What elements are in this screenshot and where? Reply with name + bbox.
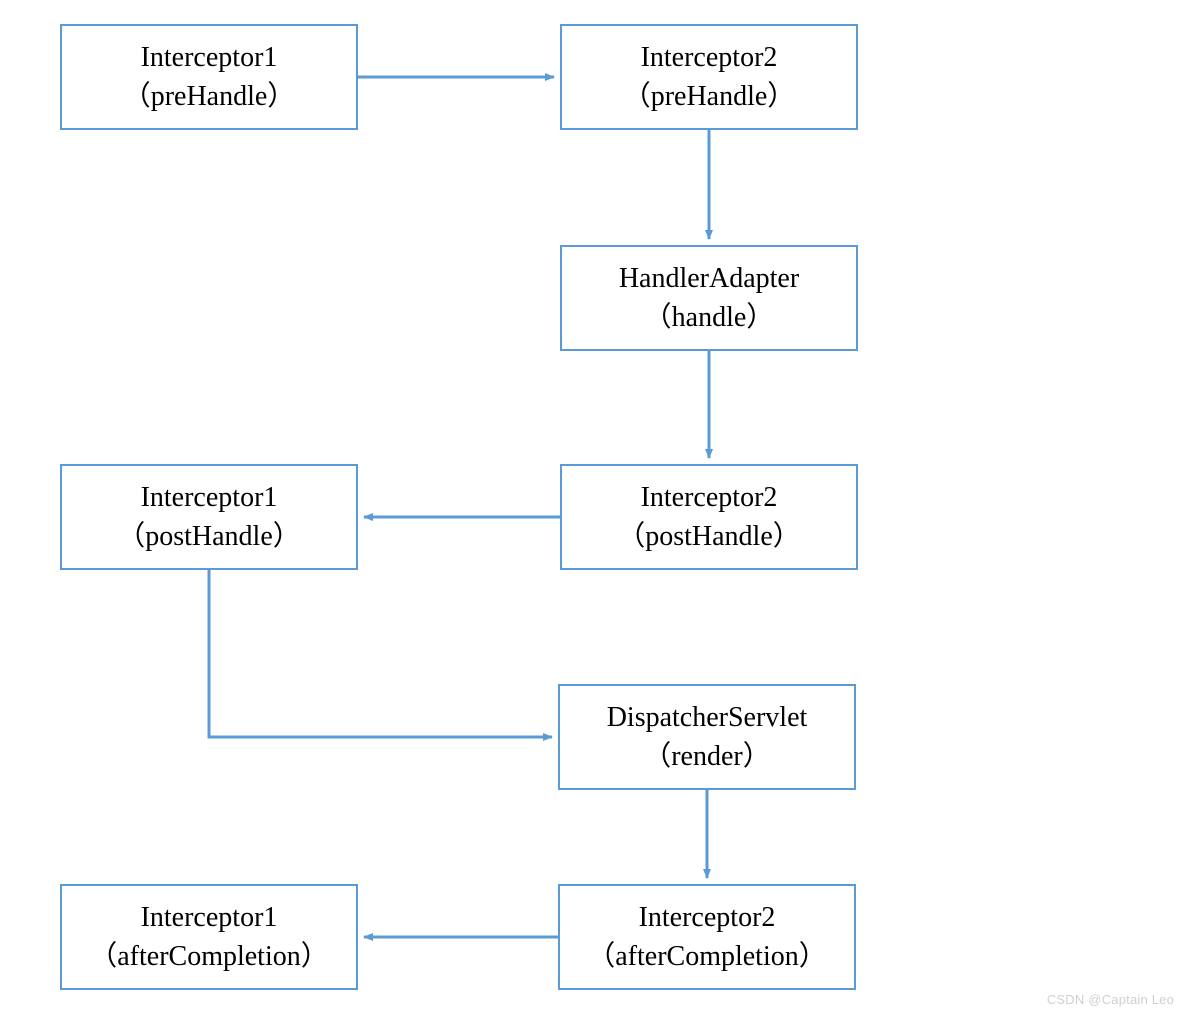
box-title: Interceptor2 <box>641 478 778 517</box>
box-sub: （afterCompletion） <box>587 937 827 976</box>
box-sub: （preHandle） <box>123 77 296 116</box>
box-title: Interceptor1 <box>141 38 278 77</box>
box-sub: （preHandle） <box>623 77 796 116</box>
box-sub: （render） <box>643 737 771 776</box>
box-sub: （afterCompletion） <box>89 937 329 976</box>
interceptor2-prehandle-box: Interceptor2 （preHandle） <box>560 24 858 130</box>
box-title: Interceptor2 <box>641 38 778 77</box>
box-sub: （postHandle） <box>117 517 301 556</box>
box-title: Interceptor2 <box>639 898 776 937</box>
handler-adapter-box: HandlerAdapter （handle） <box>560 245 858 351</box>
arrow-b5-b6 <box>209 570 552 737</box>
interceptor1-posthandle-box: Interceptor1 （postHandle） <box>60 464 358 570</box>
watermark-text: CSDN @Captain Leo <box>1047 992 1174 1007</box>
box-title: HandlerAdapter <box>619 259 799 298</box>
box-title: Interceptor1 <box>141 898 278 937</box>
box-title: Interceptor1 <box>141 478 278 517</box>
interceptor2-posthandle-box: Interceptor2 （postHandle） <box>560 464 858 570</box>
interceptor1-prehandle-box: Interceptor1 （preHandle） <box>60 24 358 130</box>
dispatcher-servlet-box: DispatcherServlet （render） <box>558 684 856 790</box>
box-sub: （postHandle） <box>617 517 801 556</box>
box-title: DispatcherServlet <box>607 698 808 737</box>
interceptor1-aftercompletion-box: Interceptor1 （afterCompletion） <box>60 884 358 990</box>
interceptor2-aftercompletion-box: Interceptor2 （afterCompletion） <box>558 884 856 990</box>
box-sub: （handle） <box>644 298 775 337</box>
